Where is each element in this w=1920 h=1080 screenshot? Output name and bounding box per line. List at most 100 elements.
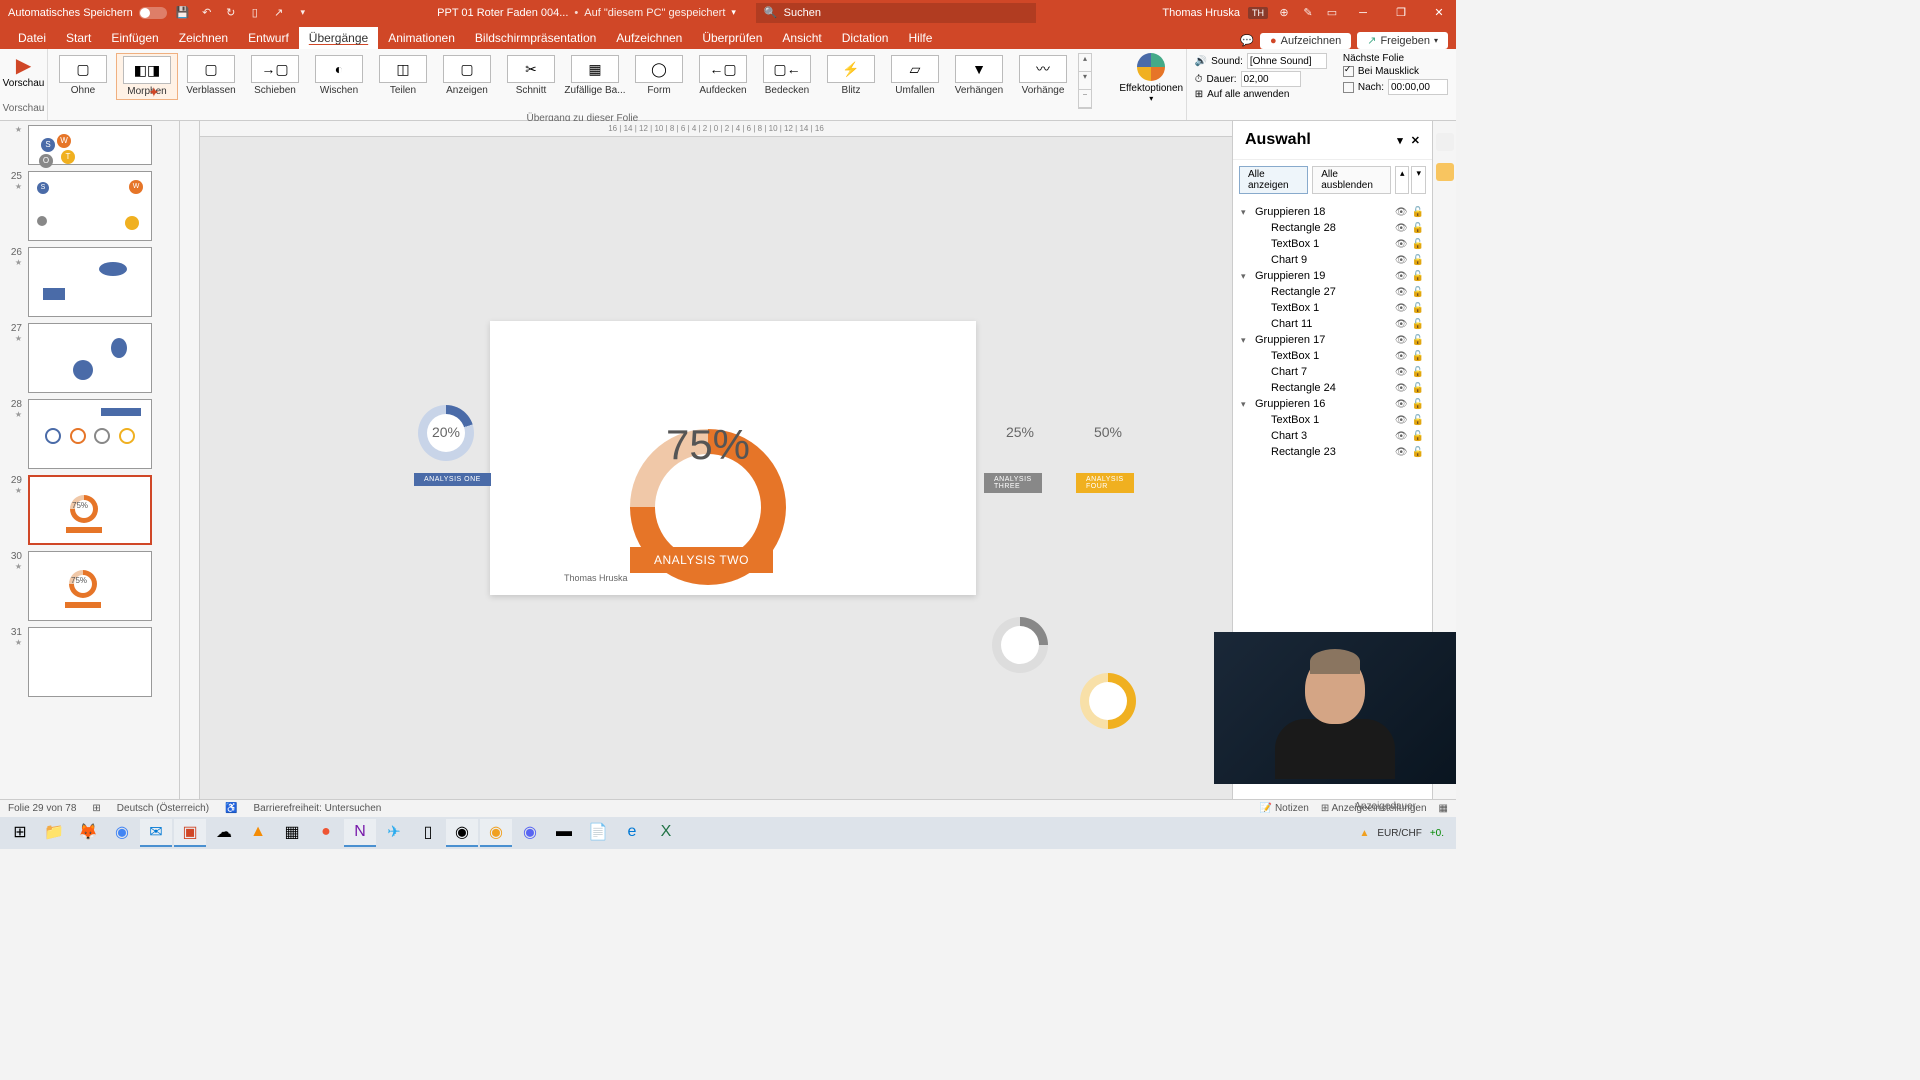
share-button[interactable]: ↗Freigeben▾ [1357,32,1448,49]
tray-icon[interactable]: ▲ [1359,828,1369,839]
present-icon[interactable]: ▯ [247,5,263,21]
tab-ansicht[interactable]: Ansicht [772,27,831,49]
transition-verblassen[interactable]: ▢Verblassen [180,53,242,98]
visibility-icon[interactable]: 👁 [1395,271,1408,282]
accessibility-icon[interactable]: ♿ [225,803,237,814]
transition-ohne[interactable]: ▢Ohne [52,53,114,98]
label-analysis-one[interactable]: ANALYSIS ONE [414,473,491,486]
excel-icon[interactable]: X [650,819,682,847]
tree-item[interactable]: ▾Gruppieren 16👁🔓 [1237,396,1428,412]
slide-thumbnail[interactable]: 26★ [8,247,175,317]
visibility-icon[interactable]: 👁 [1395,367,1408,378]
slide-thumbnail[interactable]: ★SWOT [8,125,175,165]
visibility-icon[interactable]: 👁 [1395,239,1408,250]
tab-einfuegen[interactable]: Einfügen [101,27,168,49]
transition-blitz[interactable]: ⚡Blitz [820,53,882,98]
tree-item[interactable]: Chart 11👁🔓 [1237,316,1428,332]
preview-button[interactable]: ▶ Vorschau [3,53,45,89]
explorer-icon[interactable]: 📁 [38,819,70,847]
tree-item[interactable]: ▾Gruppieren 19👁🔓 [1237,268,1428,284]
transition-vorhnge[interactable]: 〰Vorhänge [1012,53,1074,98]
tree-item[interactable]: Chart 7👁🔓 [1237,364,1428,380]
language-status[interactable]: Deutsch (Österreich) [117,803,209,814]
toggle-switch[interactable] [139,7,167,19]
tab-start[interactable]: Start [56,27,101,49]
transition-zuflligeba[interactable]: ▦Zufällige Ba... [564,53,626,98]
transition-teilen[interactable]: ◫Teilen [372,53,434,98]
transition-umfallen[interactable]: ▱Umfallen [884,53,946,98]
accessibility-status[interactable]: Barrierefreiheit: Untersuchen [253,803,381,814]
touch-icon[interactable]: ↗ [271,5,287,21]
view-normal-icon[interactable]: ▦ [1439,803,1448,814]
draw-icon[interactable]: ✎ [1300,5,1316,21]
document-title[interactable]: PPT 01 Roter Faden 004... • Auf "diesem … [437,7,736,19]
tree-item[interactable]: ▾Gruppieren 18👁🔓 [1237,204,1428,220]
notes-button[interactable]: 📝 Notizen [1260,803,1309,814]
tree-item[interactable]: Rectangle 24👁🔓 [1237,380,1428,396]
hide-all-button[interactable]: Alle ausblenden [1312,166,1391,194]
tree-item[interactable]: TextBox 1👁🔓 [1237,236,1428,252]
transition-aufdecken[interactable]: ←▢Aufdecken [692,53,754,98]
autosave-toggle[interactable]: Automatisches Speichern [8,7,167,19]
start-button[interactable]: ⊞ [4,819,36,847]
slide-thumbnail[interactable]: 25★SW [8,171,175,241]
visibility-icon[interactable]: 👁 [1395,447,1408,458]
move-down-icon[interactable]: ▾ [1411,166,1426,194]
app-icon-8[interactable]: 📄 [582,819,614,847]
tree-item[interactable]: Rectangle 27👁🔓 [1237,284,1428,300]
app-icon-1[interactable]: ☁ [208,819,240,847]
app-icon-3[interactable]: ● [310,819,342,847]
transition-schnitt[interactable]: ✂Schnitt [500,53,562,98]
lock-icon[interactable]: 🔓 [1412,415,1424,426]
visibility-icon[interactable]: 👁 [1395,255,1408,266]
telegram-icon[interactable]: ✈ [378,819,410,847]
transition-schieben[interactable]: →▢Schieben [244,53,306,98]
tab-bildschirm[interactable]: Bildschirmpräsentation [465,27,606,49]
tree-item[interactable]: Chart 3👁🔓 [1237,428,1428,444]
on-click-checkbox[interactable] [1343,66,1354,77]
transition-anzeigen[interactable]: ▢Anzeigen [436,53,498,98]
chart-analysis-four[interactable] [1080,673,1136,729]
tab-entwurf[interactable]: Entwurf [238,27,299,49]
transition-morphen[interactable]: ◧◨Morphen [116,53,178,100]
lock-icon[interactable]: 🔓 [1412,207,1424,218]
tab-animationen[interactable]: Animationen [378,27,465,49]
lock-icon[interactable]: 🔓 [1412,431,1424,442]
lock-icon[interactable]: 🔓 [1412,399,1424,410]
visibility-icon[interactable]: 👁 [1395,303,1408,314]
edge-icon[interactable]: e [616,819,648,847]
search-input[interactable]: 🔍 Suchen [756,3,1036,23]
fx-label[interactable]: EUR/CHF [1377,828,1421,839]
tree-item[interactable]: TextBox 1👁🔓 [1237,300,1428,316]
app-icon-2[interactable]: ▦ [276,819,308,847]
move-up-icon[interactable]: ▴ [1395,166,1410,194]
lock-icon[interactable]: 🔓 [1412,447,1424,458]
lock-icon[interactable]: 🔓 [1412,367,1424,378]
slide-thumbnail[interactable]: 28★ [8,399,175,469]
lock-icon[interactable]: 🔓 [1412,319,1424,330]
record-button[interactable]: ●Aufzeichnen [1260,33,1351,49]
label-analysis-four[interactable]: ANALYSIS FOUR [1076,473,1134,493]
window-icon[interactable]: ▭ [1324,5,1340,21]
duration-input[interactable] [1241,71,1301,87]
tab-dictation[interactable]: Dictation [832,27,899,49]
lock-icon[interactable]: 🔓 [1412,239,1424,250]
after-input[interactable] [1388,79,1448,95]
visibility-icon[interactable]: 👁 [1395,351,1408,362]
redo-icon[interactable]: ↻ [223,5,239,21]
app-icon-7[interactable]: ▬ [548,819,580,847]
transition-form[interactable]: ◯Form [628,53,690,98]
pane-dropdown-icon[interactable]: ▾ [1397,134,1403,147]
chart-analysis-three[interactable] [992,617,1048,673]
firefox-icon[interactable]: 🦊 [72,819,104,847]
tree-item[interactable]: TextBox 1👁🔓 [1237,412,1428,428]
visibility-icon[interactable]: 👁 [1395,207,1408,218]
tab-ueberpruefen[interactable]: Überprüfen [692,27,772,49]
tab-hilfe[interactable]: Hilfe [898,27,942,49]
powerpoint-icon[interactable]: ▣ [174,819,206,847]
close-icon[interactable]: ✕ [1424,0,1454,25]
visibility-icon[interactable]: 👁 [1395,383,1408,394]
visibility-icon[interactable]: 👁 [1395,223,1408,234]
visibility-icon[interactable]: 👁 [1395,319,1408,330]
app-icon-4[interactable]: ▯ [412,819,444,847]
